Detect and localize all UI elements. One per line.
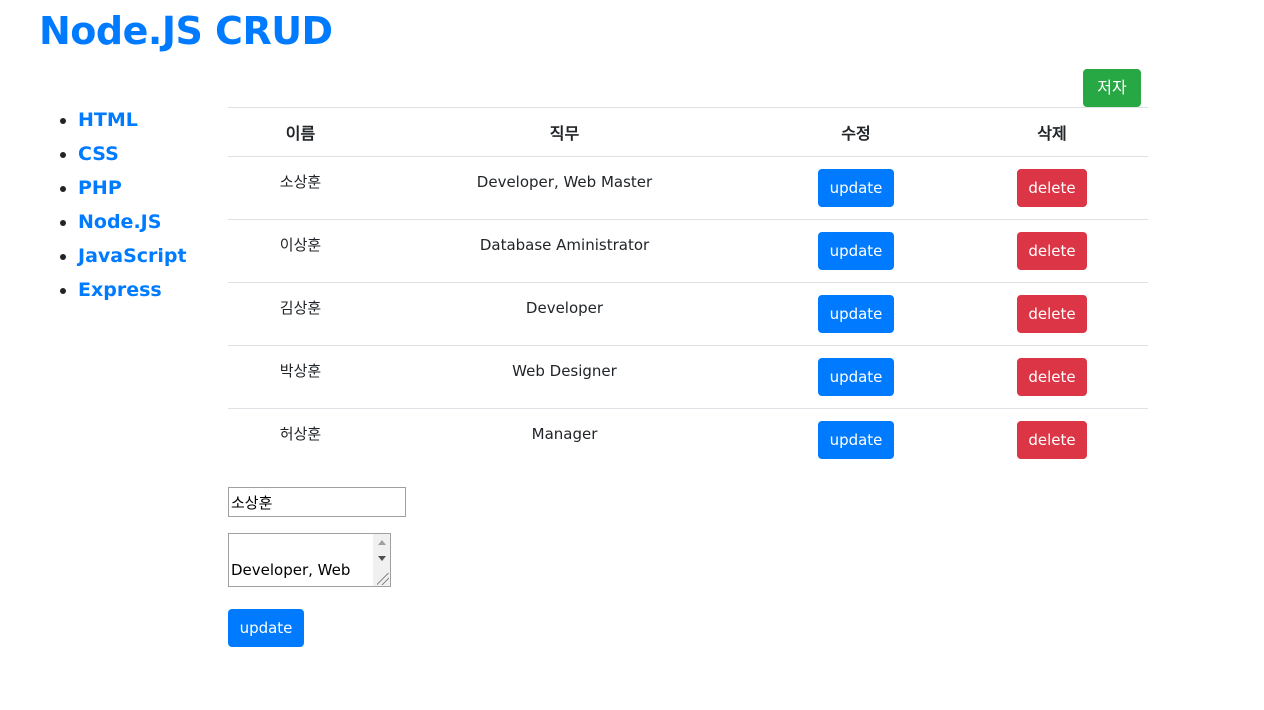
cell-update: update [756,345,956,409]
cell-name: 소상훈 [228,156,373,220]
cell-delete: delete [956,409,1148,472]
row-name-text: 김상훈 [279,299,322,317]
column-header-update: 수정 [756,107,956,157]
table-row: 박상훈 Web Designer update delete [228,345,1148,409]
row-job-text: Developer, Web Master [476,173,653,191]
cell-update: update [756,156,956,220]
cell-name: 이상훈 [228,219,373,283]
update-button[interactable]: update [818,295,894,333]
cell-delete: delete [956,282,1148,346]
name-input[interactable] [228,487,406,517]
cell-update: update [756,409,956,472]
sidebar-link-css[interactable]: CSS [78,143,119,165]
column-header-delete: 삭제 [956,107,1148,157]
cell-delete: delete [956,345,1148,409]
delete-button[interactable]: delete [1017,295,1087,333]
cell-delete: delete [956,156,1148,220]
cell-name: 허상훈 [228,409,373,472]
table-row: 김상훈 Developer update delete [228,282,1148,346]
cell-job: Web Designer [373,345,756,409]
row-job-text: Developer [525,299,604,317]
sidebar-nav: HTML CSS PHP Node.JS JavaScript Express [58,103,187,307]
update-button[interactable]: update [818,358,894,396]
resize-grip-icon[interactable] [377,573,389,585]
textarea-scrollbar[interactable] [373,534,390,586]
row-name-text: 허상훈 [279,425,322,443]
cell-name: 김상훈 [228,282,373,346]
sidebar-item-nodejs: Node.JS [78,205,187,239]
sidebar-link-html[interactable]: HTML [78,109,138,131]
sidebar-item-html: HTML [78,103,187,137]
sidebar-item-css: CSS [78,137,187,171]
delete-button[interactable]: delete [1017,421,1087,459]
table-row: 이상훈 Database Aministrator update delete [228,219,1148,283]
sidebar-item-php: PHP [78,171,187,205]
row-job-text: Web Designer [512,362,617,380]
sidebar-link-javascript[interactable]: JavaScript [78,245,187,267]
row-job-text: Manager [531,425,598,443]
job-textarea[interactable]: Developer, Web [228,533,391,587]
update-button[interactable]: update [818,421,894,459]
row-name-text: 소상훈 [279,173,322,191]
scroll-up-icon[interactable] [378,540,386,545]
column-header-job: 직무 [373,107,756,157]
delete-button[interactable]: delete [1017,169,1087,207]
sidebar-link-php[interactable]: PHP [78,177,122,199]
cell-job: Database Aministrator [373,219,756,283]
cell-job: Manager [373,409,756,472]
cell-job: Developer [373,282,756,346]
row-name-text: 박상훈 [279,362,322,380]
sidebar-link-nodejs[interactable]: Node.JS [78,211,161,233]
scroll-down-icon[interactable] [378,556,386,561]
cell-update: update [756,282,956,346]
data-table: 이름 직무 수정 삭제 소상훈 Developer, Web Master up… [228,107,1148,471]
update-button[interactable]: update [818,169,894,207]
sidebar-item-express: Express [78,273,187,307]
column-header-name: 이름 [228,107,373,157]
delete-button[interactable]: delete [1017,358,1087,396]
page-title[interactable]: Node.JS CRUD [39,6,333,56]
sidebar-item-javascript: JavaScript [78,239,187,273]
cell-name: 박상훈 [228,345,373,409]
cell-update: update [756,219,956,283]
sidebar-link-express[interactable]: Express [78,279,162,301]
table-row: 허상훈 Manager update delete [228,409,1148,472]
author-button[interactable]: 저자 [1083,69,1141,107]
table-row: 소상훈 Developer, Web Master update delete [228,156,1148,220]
cell-job: Developer, Web Master [373,156,756,220]
update-button[interactable]: update [818,232,894,270]
row-name-text: 이상훈 [279,236,322,254]
row-job-text: Database Aministrator [479,236,650,254]
table-header-row: 이름 직무 수정 삭제 [228,107,1148,157]
form-update-button[interactable]: update [228,609,304,647]
delete-button[interactable]: delete [1017,232,1087,270]
cell-delete: delete [956,219,1148,283]
